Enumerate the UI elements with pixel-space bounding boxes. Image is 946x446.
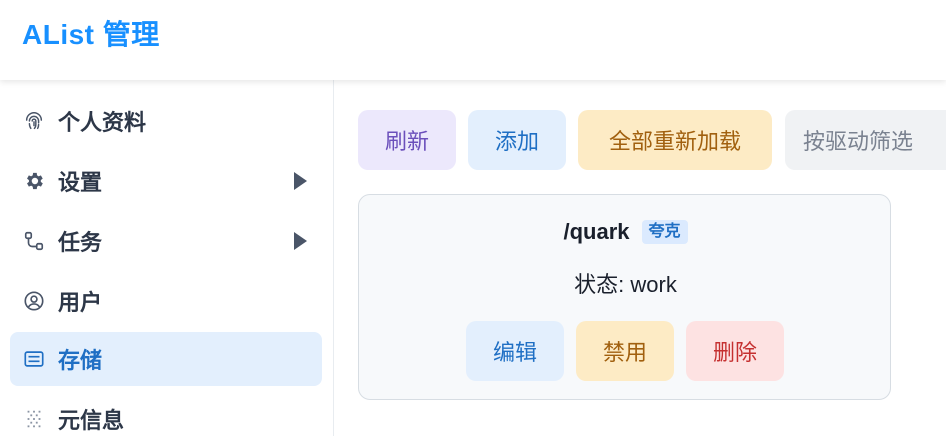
- storage-card: /quark 夸克 状态: work 编辑 禁用 删除: [358, 194, 891, 400]
- main-content: 刷新 添加 全部重新加载 按驱动筛选 /quark 夸克 状态: work 编辑…: [335, 80, 946, 436]
- refresh-button[interactable]: 刷新: [358, 110, 456, 170]
- fingerprint-icon: [22, 109, 46, 133]
- add-button[interactable]: 添加: [468, 110, 566, 170]
- sidebar-item-settings[interactable]: 设置: [10, 154, 322, 208]
- workflow-icon: [22, 229, 46, 253]
- user-circle-icon: [22, 289, 46, 313]
- top-header: AList 管理: [0, 0, 946, 80]
- sidebar-item-label: 任务: [58, 230, 103, 255]
- sidebar-item-profile[interactable]: 个人资料: [10, 94, 322, 148]
- sidebar-item-tasks[interactable]: 任务: [10, 214, 322, 268]
- delete-button[interactable]: 删除: [686, 321, 784, 381]
- driver-badge: 夸克: [641, 220, 688, 244]
- caret-right-icon: [294, 172, 307, 190]
- meta-icon: [22, 407, 46, 431]
- sidebar: 个人资料 设置 任务 用户 存储 元信息: [0, 80, 334, 436]
- sidebar-item-meta[interactable]: 元信息: [10, 392, 322, 446]
- storage-card-title: /quark 夸克: [359, 219, 892, 245]
- driver-filter-placeholder: 按驱动筛选: [803, 129, 914, 154]
- sidebar-item-label: 个人资料: [58, 110, 147, 135]
- sidebar-item-label: 用户: [58, 290, 103, 315]
- sidebar-item-label: 存储: [58, 348, 103, 373]
- edit-button[interactable]: 编辑: [466, 321, 564, 381]
- storage-icon: [22, 347, 46, 371]
- app-title[interactable]: AList 管理: [22, 18, 160, 52]
- driver-filter-select[interactable]: 按驱动筛选: [785, 110, 946, 170]
- gear-icon: [22, 169, 46, 193]
- reload-all-button[interactable]: 全部重新加载: [578, 110, 772, 170]
- mount-path: /quark: [563, 219, 630, 244]
- caret-right-icon: [294, 232, 307, 250]
- disable-button[interactable]: 禁用: [576, 321, 674, 381]
- sidebar-item-label: 元信息: [58, 408, 125, 433]
- sidebar-item-label: 设置: [58, 170, 103, 195]
- sidebar-item-users[interactable]: 用户: [10, 274, 322, 328]
- storage-status: 状态: work: [574, 272, 677, 297]
- sidebar-item-storage[interactable]: 存储: [10, 332, 322, 386]
